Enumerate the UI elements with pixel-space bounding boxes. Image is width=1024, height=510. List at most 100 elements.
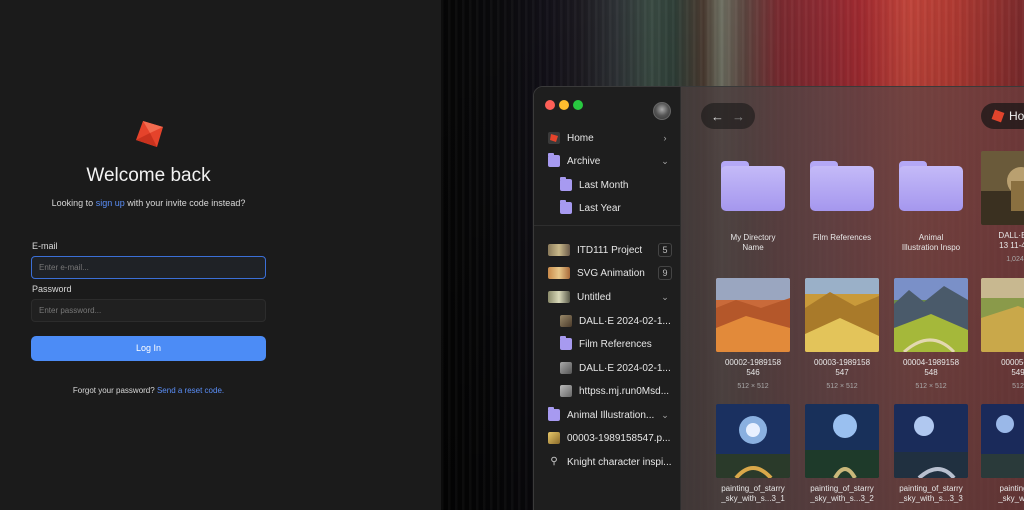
image-stack-icon — [548, 267, 570, 279]
grid-image-item[interactable]: DALL·E 20 13 11-4 40 1,024 × — [981, 151, 1024, 265]
grid-image-item[interactable]: 00004-1989158 548 512 × 512 — [894, 278, 968, 392]
reset-code-link[interactable]: Send a reset code. — [157, 386, 224, 395]
login-panel: Welcome back Looking to sign up with you… — [0, 0, 441, 510]
item-name: Animal — [918, 233, 944, 242]
forgot-password: Forgot your password? Send a reset code. — [0, 386, 297, 395]
item-name-line2: 548 — [924, 368, 938, 377]
image-thumbnail — [716, 278, 790, 352]
email-field[interactable] — [31, 256, 266, 279]
minimize-window-button[interactable] — [559, 100, 569, 110]
avatar[interactable] — [653, 102, 671, 120]
app-window: Home › Archive ⌄ Last Month Last Year IT… — [533, 86, 1024, 510]
folder-icon — [560, 336, 572, 350]
login-button[interactable]: Log In — [31, 336, 266, 361]
maximize-window-button[interactable] — [573, 100, 583, 110]
signup-link[interactable]: sign up — [96, 198, 125, 208]
sidebar-item-label: 00003-1989158547.p... — [567, 432, 671, 444]
home-logo-icon — [548, 132, 560, 144]
grid-folder-item[interactable]: Film References — [805, 161, 879, 243]
password-field[interactable] — [31, 299, 266, 322]
item-name: 00005-19 — [1001, 358, 1024, 367]
sidebar-item-label: Home — [567, 132, 594, 144]
welcome-title: Welcome back — [86, 165, 211, 186]
folder-icon — [560, 200, 572, 214]
grid-folder-item[interactable]: My Directory Name — [716, 161, 790, 253]
sidebar-item-00003-image[interactable]: 00003-1989158547.p... — [540, 428, 675, 448]
close-window-button[interactable] — [545, 100, 555, 110]
main-content: ← → Ho My Directory Name Film References… — [681, 87, 1024, 510]
sidebar-item-label: httpss.mj.run0Msd... — [579, 385, 670, 397]
nav-pill: ← → — [701, 103, 755, 129]
sidebar-item-animal-illustration[interactable]: Animal Illustration... ⌄ — [540, 405, 675, 425]
grid-image-item[interactable]: painting_of_starry _sky_with_s...3_3 — [894, 404, 968, 504]
sidebar-item-untitled[interactable]: Untitled ⌄ — [540, 287, 675, 307]
sidebar: Home › Archive ⌄ Last Month Last Year IT… — [534, 87, 681, 510]
item-name-line2: Illustration Inspo — [901, 243, 961, 252]
image-thumbnail — [981, 151, 1024, 225]
signup-prompt: Looking to sign up with your invite code… — [0, 198, 297, 208]
image-thumbnail — [981, 278, 1024, 352]
chevron-right-icon: › — [663, 133, 667, 143]
sidebar-item-label: DALL·E 2024-02-1... — [579, 315, 671, 327]
location-pill[interactable]: Ho — [981, 103, 1024, 129]
grid-image-item[interactable]: 00002-1989158 546 512 × 512 — [716, 278, 790, 392]
item-name: DALL·E 20 — [998, 231, 1024, 240]
item-name-line2: _sky_with_s...3_3 — [899, 494, 963, 503]
chevron-down-icon: ⌄ — [661, 291, 669, 302]
folder-icon — [721, 161, 785, 211]
chevron-down-icon: ⌄ — [661, 155, 669, 166]
sidebar-item-label: DALL·E 2024-02-1... — [579, 362, 671, 374]
item-name: painting_of_starry — [810, 484, 874, 493]
grid-image-item[interactable]: 00003-1989158 547 512 × 512 — [805, 278, 879, 392]
item-name: painting_of_starry — [899, 484, 963, 493]
sidebar-item-dalle-2[interactable]: DALL·E 2024-02-1... — [552, 358, 675, 378]
grid-image-item[interactable]: painting_of_starry _sky_with_s...3_1 — [716, 404, 790, 504]
grid-image-item[interactable]: 00005-19 549 512 — [981, 278, 1024, 392]
item-name-line2: 13 11-4 40 — [999, 241, 1024, 250]
item-name: 00003-1989158 — [813, 358, 871, 367]
image-thumb-icon — [560, 385, 572, 397]
forward-arrow-icon[interactable]: → — [732, 109, 745, 124]
sidebar-item-dalle-1[interactable]: DALL·E 2024-02-1... — [552, 311, 675, 331]
app-logo-icon — [136, 121, 163, 147]
item-name: My Directory — [730, 233, 776, 242]
sidebar-item-knight-search[interactable]: ⚲ Knight character inspi... — [540, 452, 675, 472]
item-name: painting_of_starry — [721, 484, 785, 493]
image-thumbnail — [894, 278, 968, 352]
chevron-down-icon: ⌄ — [661, 409, 669, 420]
item-name-line2: 547 — [835, 368, 849, 377]
image-thumbnail — [981, 404, 1024, 478]
sidebar-item-label: Archive — [567, 155, 601, 167]
image-thumbnail — [716, 404, 790, 478]
item-name: Film References — [812, 233, 872, 242]
image-thumbnail — [894, 404, 968, 478]
sidebar-item-label: SVG Animation — [577, 267, 645, 279]
image-thumbnail — [805, 278, 879, 352]
sidebar-divider — [534, 225, 681, 226]
search-icon: ⚲ — [550, 456, 558, 467]
sidebar-item-home[interactable]: Home › — [540, 128, 675, 148]
back-arrow-icon[interactable]: ← — [711, 109, 724, 124]
item-name: 00004-1989158 — [902, 358, 960, 367]
sidebar-item-label: Untitled — [577, 291, 611, 303]
sidebar-item-label: Knight character inspi... — [567, 456, 672, 468]
grid-image-item[interactable]: painting_o _sky_with_ — [981, 404, 1024, 504]
item-name: 00002-1989158 — [724, 358, 782, 367]
sidebar-item-itd111-project[interactable]: ITD111 Project 5 — [540, 240, 675, 260]
sidebar-item-svg-animation[interactable]: SVG Animation 9 — [540, 263, 675, 283]
grid-folder-item[interactable]: Animal Illustration Inspo — [894, 161, 968, 253]
sidebar-item-label: ITD111 Project — [577, 244, 643, 256]
sidebar-item-last-month[interactable]: Last Month — [552, 175, 675, 195]
sidebar-item-film-references[interactable]: Film References — [552, 334, 675, 354]
sidebar-item-archive[interactable]: Archive ⌄ — [540, 151, 675, 171]
item-count-badge: 9 — [658, 266, 672, 280]
image-thumb-icon — [560, 315, 572, 327]
grid-image-item[interactable]: painting_of_starry _sky_with_s...3_2 — [805, 404, 879, 504]
sidebar-item-last-year[interactable]: Last Year — [552, 198, 675, 218]
item-dimensions: 1,024 × — [1006, 256, 1024, 263]
folder-icon — [560, 177, 572, 191]
sidebar-item-mj-link[interactable]: httpss.mj.run0Msd... — [552, 381, 675, 401]
item-name-line2: _sky_with_ — [998, 494, 1024, 503]
item-dimensions: 512 × 512 — [915, 383, 947, 390]
image-thumb-icon — [548, 432, 560, 444]
